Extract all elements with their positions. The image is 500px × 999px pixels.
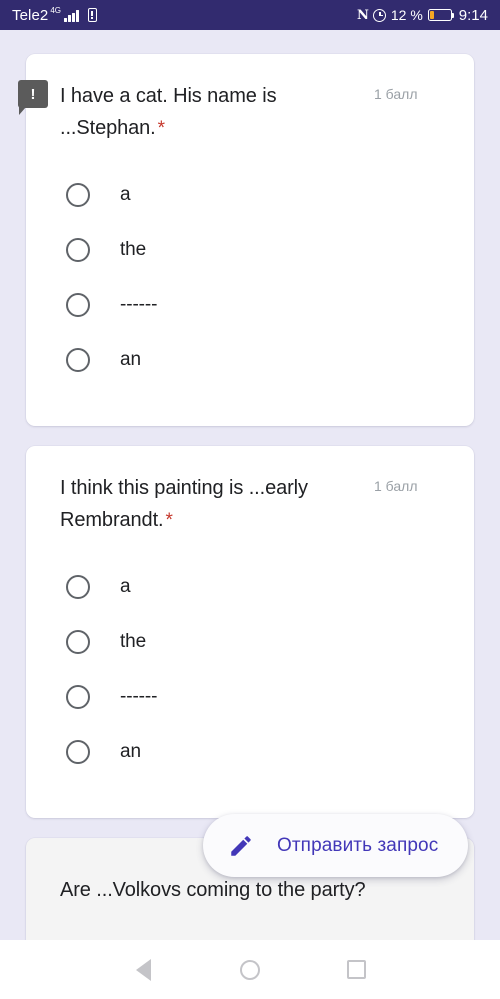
clock-label: 9:14 [458,6,488,24]
option-row[interactable]: ------ [66,669,474,724]
option-label: ------ [120,685,158,707]
nav-back-button[interactable] [120,947,166,993]
android-navigation-bar [0,940,500,999]
back-triangle-icon [135,958,151,981]
option-label: an [120,348,141,370]
recents-square-icon [347,960,367,979]
question-title: Are ...Volkovs coming to the party? [60,874,414,906]
option-label: ------ [120,293,158,315]
question-text: I have a cat. His name is ...Stephan. [60,85,277,139]
question-card: I have a cat. His name is ...Stephan. * 1… [26,54,474,426]
status-bar: Tele2 4G N 12 % 9:14 [0,0,500,30]
option-row[interactable]: a [66,167,474,222]
radio-button-icon[interactable] [66,237,90,262]
network-type-label: 4G [50,5,62,15]
question-title: I think this painting is ...early Rembra… [60,472,374,537]
form-scroll-area[interactable]: I have a cat. His name is ...Stephan. * 1… [0,30,500,940]
option-row[interactable]: an [66,724,474,779]
radio-button-icon[interactable] [66,574,90,599]
send-request-button[interactable]: Отправить запрос [203,814,468,877]
signal-strength-icon [64,9,79,22]
question-points: 1 балл [374,478,418,494]
required-asterisk: * [157,118,165,139]
option-row[interactable]: an [66,332,474,387]
required-asterisk: * [165,510,173,531]
radio-button-icon[interactable] [66,347,90,372]
status-bar-left: Tele2 4G [12,5,97,24]
nav-home-button[interactable] [227,947,273,993]
phone-screen: Tele2 4G N 12 % 9:14 I have a cat. His n… [0,0,500,999]
option-label: the [120,630,147,652]
battery-percent-label: 12 % [390,7,423,23]
radio-button-icon[interactable] [66,739,90,764]
question-header: I think this painting is ...early Rembra… [26,446,474,537]
status-bar-right: N 12 % 9:14 [357,7,488,24]
question-card: I think this painting is ...early Rembra… [26,446,474,818]
option-label: a [120,183,131,205]
question-points: 1 балл [374,86,418,102]
option-label: an [120,740,141,762]
pencil-icon [227,832,255,860]
option-list: a the ------ an [26,537,474,779]
option-row[interactable]: the [66,222,474,277]
question-text: I think this painting is ...early Rembra… [60,477,308,531]
question-text: Are ...Volkovs coming to the party? [60,879,366,901]
radio-button-icon[interactable] [66,684,90,709]
alarm-clock-icon [372,8,386,22]
nfc-icon: N [356,7,369,23]
sim-card-icon [87,8,97,22]
carrier-label: Tele2 [12,6,49,24]
question-header: I have a cat. His name is ...Stephan. * 1… [26,54,474,145]
option-row[interactable]: the [66,614,474,669]
nav-recents-button[interactable] [334,947,380,993]
option-label: a [120,575,131,597]
radio-button-icon[interactable] [66,629,90,654]
question-title: I have a cat. His name is ...Stephan. * [60,80,374,145]
option-row[interactable]: ------ [66,277,474,332]
radio-button-icon[interactable] [66,182,90,207]
battery-icon [427,9,455,21]
option-row[interactable]: a [66,559,474,614]
option-label: the [120,238,147,260]
option-list: a the ------ an [26,145,474,387]
send-request-label: Отправить запрос [277,834,439,856]
radio-button-icon[interactable] [66,292,90,317]
home-circle-icon [239,959,260,980]
error-tooltip-icon: ! [18,80,48,115]
